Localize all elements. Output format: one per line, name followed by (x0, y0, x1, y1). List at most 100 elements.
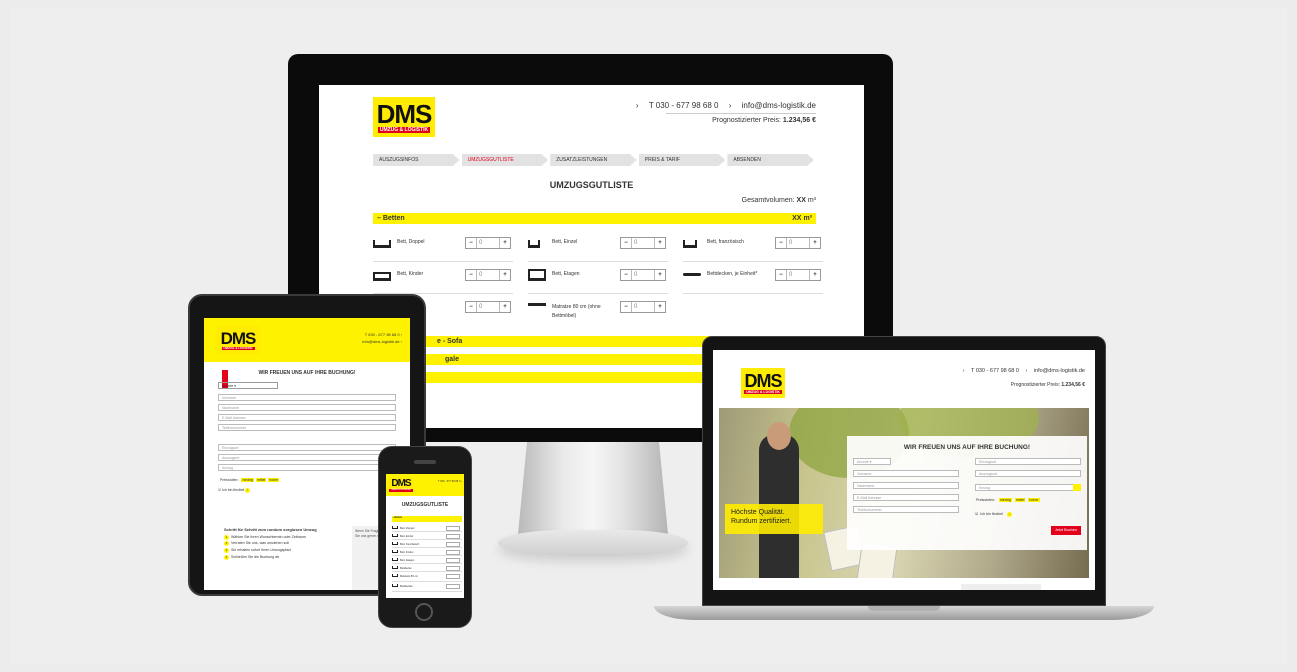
hero-line-1: Höchste Qualität. (731, 509, 785, 516)
quantity-input[interactable]: 0 (476, 270, 500, 280)
step-text: Verraten Sie uns, was umziehen soll (231, 541, 289, 546)
move-date-field[interactable]: Kmzug (218, 464, 396, 471)
quantity-input[interactable]: 0 (476, 302, 500, 312)
first-name-field[interactable]: Vorname (218, 394, 396, 401)
list-item: Matratze 80 cm (392, 574, 462, 582)
bed-icon (392, 526, 398, 529)
item-label: Bettdecke (400, 567, 412, 570)
calendar-icon[interactable] (1073, 484, 1081, 491)
section-betten[interactable]: – Betten XX m³ (373, 213, 816, 224)
bed-icon (373, 240, 391, 248)
phone-link[interactable]: › T 030 - 677 98 68 0 (636, 101, 719, 110)
quantity-input[interactable]: 0 (786, 238, 810, 248)
price-label: Prognostizierter Preis: (712, 117, 781, 124)
divider (666, 113, 816, 114)
quantity-stepper[interactable] (446, 558, 460, 563)
minus-button[interactable]: − (776, 270, 786, 280)
step-auszugsinfos[interactable]: AUSZUGSINFOS (373, 154, 460, 166)
email-link[interactable]: › info@dms-logistik.de (729, 101, 816, 110)
last-name-field[interactable]: Nachname (853, 482, 959, 489)
section-betten[interactable]: – Betten (392, 516, 462, 522)
submit-button[interactable]: Jetzt Buchen (1051, 526, 1081, 535)
step-zusatzleistungen[interactable]: ZUSATZLEISTUNGEN (550, 154, 637, 166)
flexible-checkbox[interactable]: ☑ Ich bin flexibel i (975, 512, 1014, 517)
quantity-stepper[interactable] (446, 542, 460, 547)
logo-subtitle: UMZUG & LOGISTIK (221, 345, 255, 351)
section-regale-label: gale (445, 356, 460, 363)
price-level-high[interactable]: hoher (268, 478, 280, 482)
phone-field[interactable]: Telefonnummer (853, 506, 959, 513)
info-icon[interactable]: i (1007, 512, 1013, 517)
quantity-stepper: −0 + (775, 237, 821, 249)
plus-button[interactable]: + (655, 270, 665, 280)
quantity-input[interactable]: 0 (631, 270, 655, 280)
plus-button[interactable]: + (500, 238, 510, 248)
mockup-stage: DMS UMZUG & LOGISTIK › T 030 - 677 98 68… (10, 8, 1287, 664)
email-field[interactable]: E-Mail Adresse (853, 494, 959, 501)
phone-link[interactable]: › T 030 - 677 98 68 0 (963, 368, 1019, 374)
move-out-field[interactable]: Auszugsort (975, 470, 1081, 477)
phone-link[interactable]: T 030 - 677 98 68 0 ‹ (438, 480, 462, 483)
info-icon[interactable]: i (245, 488, 251, 493)
salutation-select[interactable]: Anrede ▾ (218, 382, 278, 389)
phone-field[interactable]: Telefonnummer (218, 424, 396, 431)
plus-button[interactable]: + (810, 270, 820, 280)
quantity-input[interactable]: 0 (786, 270, 810, 280)
last-name-field[interactable]: Nachname (218, 404, 396, 411)
minus-button[interactable]: − (776, 238, 786, 248)
plus-button[interactable]: + (655, 302, 665, 312)
step-umzugsgutliste[interactable]: UMZUGSGUTLISTE (461, 154, 549, 166)
booking-steps: AUSZUGSINFOS UMZUGSGUTLISTE ZUSATZLEISTU… (373, 154, 816, 166)
booking-title: WIR FREUEN UNS AUF IHRE BUCHUNG! (903, 444, 1031, 451)
contact-bar: › T 030 - 677 98 68 0 › info@dms-logisti… (628, 101, 816, 110)
dms-logo[interactable]: DMS UMZUG & LOGISTIK (216, 326, 260, 354)
phone-link[interactable]: T 030 - 677 98 68 0 ‹ (362, 332, 402, 339)
plus-button[interactable]: + (655, 238, 665, 248)
move-in-field[interactable]: Einzugsort (975, 458, 1081, 465)
move-in-field[interactable]: Einzugsort (218, 444, 396, 451)
quantity-input[interactable]: 0 (631, 302, 655, 312)
quantity-input[interactable]: 0 (476, 238, 500, 248)
step-preis-tarif[interactable]: PREIS & TARIF (638, 154, 726, 166)
quantity-stepper[interactable] (446, 574, 460, 579)
step-absenden[interactable]: ABSENDEN (727, 154, 814, 166)
price-level-low[interactable]: niedrig (241, 478, 254, 482)
quantity-stepper[interactable] (446, 550, 460, 555)
item-label: Bett, französisch (707, 239, 744, 245)
quantity-stepper[interactable] (446, 534, 460, 539)
minus-button[interactable]: − (621, 270, 631, 280)
quantity-stepper: −0 + (775, 269, 821, 281)
email-link[interactable]: › info@dms-logistik.de (1025, 368, 1085, 374)
price-level-low[interactable]: niedrig (998, 498, 1012, 502)
flexible-checkbox[interactable]: ☑ Ich bin flexibel i (218, 488, 252, 493)
minus-button[interactable]: − (621, 302, 631, 312)
price-level-mid[interactable]: mittel (255, 478, 267, 482)
email-field[interactable]: E-Mail Adresse (218, 414, 396, 421)
minus-button[interactable]: − (466, 238, 476, 248)
quantity-stepper[interactable] (446, 584, 460, 589)
plus-button[interactable]: + (810, 238, 820, 248)
salutation-select[interactable]: Anrede ▾ (853, 458, 891, 465)
minus-button[interactable]: − (621, 238, 631, 248)
dms-logo[interactable]: DMS UMZUG & LOGISTIK (373, 97, 435, 137)
minus-button[interactable]: − (466, 302, 476, 312)
step-item: 4 Schließen Sie die Buchung ab (224, 555, 280, 561)
email-link[interactable]: info@dms-logistik.de ‹ (362, 339, 402, 346)
first-name-field[interactable]: Vorname (853, 470, 959, 477)
email-text: info@dms-logistik.de (741, 101, 816, 110)
quantity-input[interactable]: 0 (631, 238, 655, 248)
quantity-stepper[interactable] (446, 566, 460, 571)
move-date-field[interactable]: Kmzug (975, 484, 1081, 491)
price-level-mid[interactable]: mittel (1014, 498, 1026, 502)
divider (528, 293, 668, 294)
dms-logo[interactable]: DMS UMZUG & LOGISTIK (388, 478, 414, 493)
logo-text: DMS (744, 370, 783, 391)
price-level-high[interactable]: hoher (1028, 498, 1040, 502)
plus-button[interactable]: + (500, 302, 510, 312)
minus-button[interactable]: − (466, 270, 476, 280)
move-out-field[interactable]: Auszugsort (218, 454, 396, 461)
plus-button[interactable]: + (500, 270, 510, 280)
quantity-stepper[interactable] (446, 526, 460, 531)
dms-logo[interactable]: DMS UMZUG & LOGISTIK (741, 368, 785, 398)
contact-bar: › T 030 - 677 98 68 0 › info@dms-logisti… (958, 368, 1085, 374)
